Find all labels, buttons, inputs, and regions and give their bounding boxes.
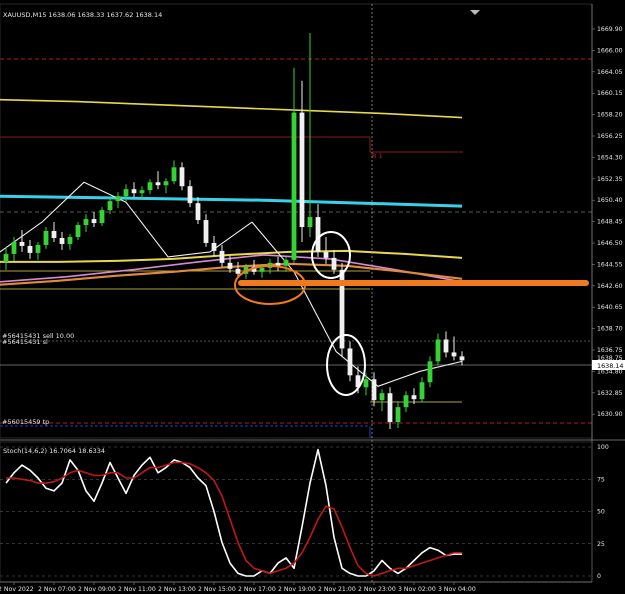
candle-body — [91, 219, 97, 224]
price-tick-label: 1642.60 — [597, 283, 623, 290]
candle-body — [307, 217, 313, 228]
tp-order-label: #56015459 tp — [2, 418, 49, 426]
stochastic-tick-label: 0 — [597, 573, 601, 580]
candle-body — [283, 259, 289, 266]
candle-body — [219, 250, 225, 263]
candle-body — [67, 236, 73, 244]
stochastic-tick-label: 75 — [597, 476, 605, 483]
chart-background — [0, 0, 625, 594]
candle-body — [387, 393, 393, 423]
candle-body — [211, 242, 217, 251]
time-tick-label: 2 Nov 19:00 — [278, 586, 316, 593]
stochastic-title: Stoch(14,6,2) 16.7064 18.6334 — [3, 447, 105, 455]
candle-body — [403, 395, 409, 408]
candle-body — [299, 112, 305, 228]
candle-body — [171, 167, 177, 182]
candle-body — [139, 190, 145, 194]
price-tick-label: 1652.35 — [597, 176, 623, 183]
candle-body — [155, 182, 161, 186]
candle-body — [235, 268, 241, 274]
candle-body — [347, 348, 353, 376]
candle-body — [451, 352, 457, 357]
time-tick-label: 3 Nov 04:00 — [438, 586, 476, 593]
candle-body — [51, 231, 57, 238]
window-title: XAUUSD,M15 1638.06 1638.33 1637.62 1638.… — [3, 11, 162, 19]
time-tick-label: 2 Nov 07:00 — [38, 586, 76, 593]
candle-body — [11, 241, 17, 254]
candle-body — [123, 189, 129, 197]
candle-body — [459, 356, 465, 361]
sl-order-label: #56415431 sl — [2, 338, 48, 346]
candle-body — [19, 241, 25, 246]
candle-body — [443, 339, 449, 353]
time-tick-label: 2 Nov 15:00 — [198, 586, 236, 593]
candle-body — [43, 231, 49, 245]
price-tick-label: 1664.05 — [597, 69, 623, 76]
candle-body — [163, 181, 169, 186]
time-tick-label: 2 Nov 09:00 — [78, 586, 116, 593]
candle-body — [395, 407, 401, 423]
candle-body — [427, 361, 433, 383]
candle-body — [27, 245, 33, 253]
price-tick-label: 1666.00 — [597, 47, 623, 54]
time-tick-label: 2 Nov 13:00 — [158, 586, 196, 593]
price-tick-label: 1636.75 — [597, 347, 623, 354]
candle-body — [195, 203, 201, 221]
price-tick-label: 1669.90 — [597, 26, 623, 33]
pivot-r1-label: R 1 — [372, 152, 383, 160]
candle-body — [227, 262, 233, 269]
candle-body — [147, 182, 153, 191]
price-tick-label: 1630.90 — [597, 411, 623, 418]
chart-window[interactable]: XAUUSD,M15 1638.06 1638.33 1637.62 1638.… — [0, 0, 625, 594]
candle-body — [435, 339, 441, 362]
price-tick-label: 1658.20 — [597, 112, 623, 119]
candle-body — [259, 267, 265, 272]
candle-body — [99, 210, 105, 224]
time-tick-label: 3 Nov 02:00 — [398, 586, 436, 593]
current-price-value: 1638.14 — [597, 362, 623, 370]
price-tick-label: 1632.85 — [597, 390, 623, 397]
candle-body — [419, 382, 425, 400]
candle-body — [187, 186, 193, 204]
candle-body — [107, 201, 113, 211]
candle-body — [411, 395, 417, 400]
price-tick-label: 1644.55 — [597, 261, 623, 268]
stochastic-tick-label: 25 — [597, 541, 605, 548]
candle-body — [363, 379, 369, 388]
candle-body — [203, 220, 209, 243]
price-tick-label: 1640.65 — [597, 304, 623, 311]
price-tick-label: 1660.15 — [597, 90, 623, 97]
candle-body — [323, 251, 329, 258]
candle-body — [331, 257, 337, 270]
stochastic-tick-label: 50 — [597, 509, 605, 516]
time-tick-label: 2 Nov 23:00 — [358, 586, 396, 593]
price-tick-label: 1650.40 — [597, 197, 623, 204]
candle-body — [3, 253, 9, 262]
price-marker-value: 1638.75 — [597, 355, 623, 362]
stochastic-tick-label: 100 — [597, 444, 609, 451]
candle-body — [75, 225, 81, 237]
price-tick-label: 1638.70 — [597, 326, 623, 333]
time-tick-label: 2 Nov 11:00 — [118, 586, 156, 593]
candle-body — [379, 393, 385, 401]
candle-body — [291, 112, 297, 260]
candle-body — [83, 219, 89, 226]
candle-body — [35, 244, 41, 253]
price-tick-label: 1654.30 — [597, 154, 623, 161]
time-tick-label: 2 Nov 17:00 — [238, 586, 276, 593]
price-tick-label: 1646.50 — [597, 240, 623, 247]
candle-body — [115, 196, 121, 202]
price-tick-label: 1648.45 — [597, 219, 623, 226]
candle-body — [179, 167, 185, 187]
candle-body — [59, 237, 65, 244]
time-tick-label: 2 Nov 21:00 — [318, 586, 356, 593]
price-tick-label: 1656.25 — [597, 133, 623, 140]
candle-body — [315, 217, 321, 252]
candle-body — [131, 189, 137, 194]
time-tick-label: 2 Nov 2022 — [0, 586, 34, 593]
